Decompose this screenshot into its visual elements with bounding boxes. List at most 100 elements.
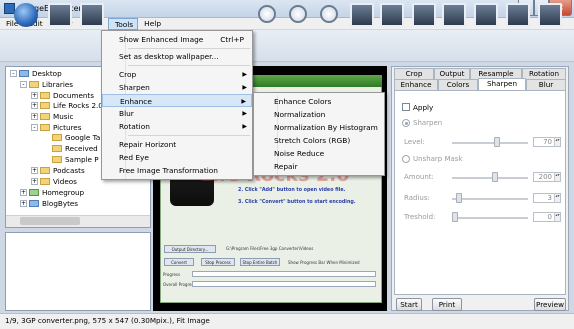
zoom-out-icon[interactable]: [320, 5, 338, 23]
tree-item-documents[interactable]: + Documents: [31, 90, 94, 100]
tree-item-sample[interactable]: Sample P: [52, 154, 99, 164]
preview-button[interactable]: Preview: [534, 298, 566, 311]
collapse-icon[interactable]: -: [20, 80, 27, 88]
tree-item-google[interactable]: Google Ta: [52, 132, 100, 142]
image-output-directory-button: Output Directory...: [164, 245, 216, 253]
tree-item-received[interactable]: Received: [52, 143, 98, 153]
homegroup-icon: [29, 188, 39, 196]
radius-slider-thumb[interactable]: [456, 193, 462, 203]
expand-icon[interactable]: +: [31, 101, 38, 109]
menu-separator: [128, 65, 250, 66]
apply-checkbox[interactable]: [402, 103, 410, 111]
tree-item-homegroup[interactable]: + Homegroup: [20, 187, 84, 197]
threshold-slider-thumb[interactable]: [452, 212, 458, 222]
fullscreen-icon[interactable]: [506, 3, 530, 27]
next-image-icon[interactable]: [442, 3, 466, 27]
actual-size-icon[interactable]: [380, 3, 404, 27]
tree-item-libraries[interactable]: - Libraries: [20, 79, 73, 89]
start-button[interactable]: Start: [396, 298, 422, 311]
fit-image-icon[interactable]: [350, 3, 374, 27]
tree-item-blogbytes[interactable]: + BlogBytes: [20, 198, 78, 208]
level-slider-track[interactable]: [452, 142, 528, 144]
tree-item-pictures[interactable]: - Pictures: [31, 122, 81, 132]
submenu-normalization[interactable]: Normalization: [254, 108, 384, 121]
menu-repair-horizont[interactable]: Repair Horizont: [102, 138, 252, 151]
collapse-icon[interactable]: -: [31, 123, 38, 131]
tree-item-music[interactable]: + Music: [31, 111, 73, 121]
zoom-icon[interactable]: [258, 5, 276, 23]
image-stop-batch-button: Stop Entire Batch: [240, 258, 280, 266]
menu-red-eye[interactable]: Red Eye: [102, 151, 252, 164]
submenu-normalization-histogram[interactable]: Normalization By Histogram: [254, 121, 384, 134]
image-instruction-convert: 3. Click "Convert" button to start encod…: [238, 200, 356, 205]
menu-enhance[interactable]: Enhance ▶: [102, 94, 252, 107]
image-icon[interactable]: [80, 3, 104, 27]
level-slider-thumb[interactable]: [494, 137, 500, 147]
print-button[interactable]: Print: [432, 298, 462, 311]
menu-free-image-transformation[interactable]: Free Image Transformation: [102, 164, 252, 177]
slideshow-icon[interactable]: [474, 3, 498, 27]
image-instruction-add: 2. Click "Add" button to open video file…: [238, 188, 346, 193]
menu-blur[interactable]: Blur ▶: [102, 107, 252, 120]
tab-enhance[interactable]: Enhance: [394, 79, 438, 90]
add-image-icon[interactable]: [48, 3, 72, 27]
apply-label: Apply: [413, 103, 434, 112]
back-icon[interactable]: [14, 3, 38, 27]
collapse-icon[interactable]: -: [10, 69, 17, 77]
submenu-noise-reduce[interactable]: Noise Reduce: [254, 147, 384, 160]
tree-item-life-rocks[interactable]: + Life Rocks 2.0: [31, 100, 103, 110]
level-label: Level:: [404, 138, 425, 146]
menu-sharpen[interactable]: Sharpen ▶: [102, 81, 252, 94]
submenu-stretch-colors[interactable]: Stretch Colors (RGB): [254, 134, 384, 147]
library-icon: [29, 80, 39, 88]
amount-slider-thumb[interactable]: [492, 172, 498, 182]
thumbnail-panel[interactable]: [5, 232, 151, 311]
level-spin-arrows[interactable]: ▴▾: [554, 138, 560, 146]
menu-set-wallpaper[interactable]: Set as desktop wallpaper...: [102, 50, 252, 63]
image-stop-process-button: Stop Process: [201, 258, 235, 266]
amount-spin-arrows[interactable]: ▴▾: [554, 173, 560, 181]
folder-icon: [52, 133, 62, 141]
expand-icon[interactable]: +: [31, 91, 38, 99]
expand-icon[interactable]: +: [20, 188, 27, 196]
radius-slider-track[interactable]: [452, 198, 528, 200]
expand-icon[interactable]: +: [31, 166, 38, 174]
radius-label: Radius:: [404, 194, 430, 202]
sharpen-radio[interactable]: [402, 119, 410, 127]
menu-help[interactable]: Help: [138, 18, 165, 30]
expand-icon[interactable]: +: [20, 199, 27, 207]
desktop-icon: [19, 69, 29, 77]
tab-crop[interactable]: Crop: [394, 68, 434, 79]
tab-blur[interactable]: Blur: [526, 79, 566, 90]
amount-slider-track[interactable]: [452, 177, 528, 179]
submenu-repair[interactable]: Repair: [254, 160, 384, 173]
tab-colors[interactable]: Colors: [438, 79, 478, 90]
submenu-enhance-colors[interactable]: Enhance Colors: [254, 95, 384, 108]
image-output-path: G:\Program Files\Free 3gp Converter\Vide…: [226, 246, 314, 251]
enhance-submenu: Enhance Colors Normalization Normalizati…: [253, 92, 385, 176]
zoom-in-icon[interactable]: [289, 5, 307, 23]
menu-tools[interactable]: Tools: [107, 18, 139, 30]
user-folder-icon: [29, 199, 39, 207]
tab-rotation[interactable]: Rotation: [522, 68, 566, 79]
scrollbar-thumb[interactable]: [20, 217, 80, 225]
tree-item-desktop[interactable]: - Desktop: [10, 68, 62, 78]
threshold-slider-track[interactable]: [452, 217, 528, 219]
tools-menu: Show Enhanced Image Ctrl+P Set as desktop…: [101, 30, 253, 180]
menu-rotation[interactable]: Rotation ▶: [102, 120, 252, 133]
image-overall-progress-bar: [192, 281, 376, 287]
menu-show-enhanced-image[interactable]: Show Enhanced Image Ctrl+P: [102, 33, 252, 46]
tab-output[interactable]: Output: [434, 68, 470, 79]
tree-item-podcasts[interactable]: + Podcasts: [31, 165, 85, 175]
previous-image-icon[interactable]: [412, 3, 436, 27]
unsharp-mask-radio[interactable]: [402, 155, 410, 163]
menu-crop[interactable]: Crop ▶: [102, 68, 252, 81]
expand-icon[interactable]: +: [31, 112, 38, 120]
settings-icon[interactable]: [538, 3, 562, 27]
tree-item-videos[interactable]: + Videos: [31, 176, 77, 186]
sharpen-radio-label: Sharpen: [413, 119, 443, 127]
amount-label: Amount:: [404, 173, 434, 181]
threshold-spin-arrows[interactable]: ▴▾: [554, 213, 560, 221]
radius-spin-arrows[interactable]: ▴▾: [554, 194, 560, 202]
expand-icon[interactable]: +: [31, 177, 38, 185]
